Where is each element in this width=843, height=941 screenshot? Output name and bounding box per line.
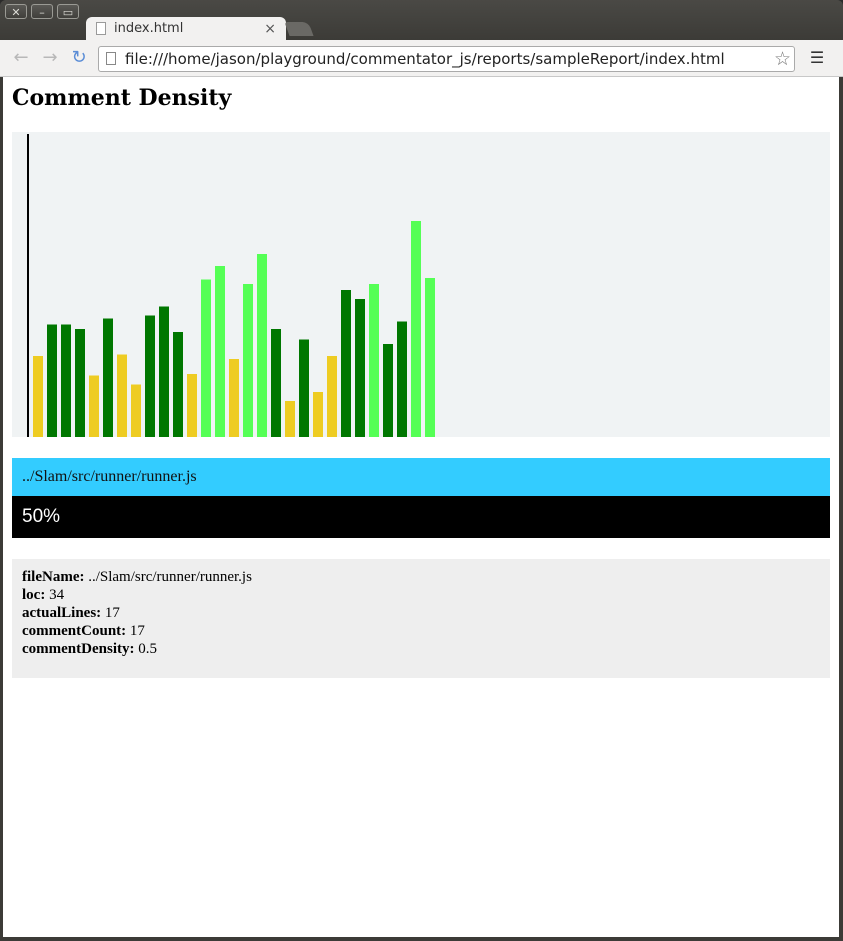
- detail-key: loc:: [22, 587, 46, 603]
- detail-row-comment-count: commentCount: 17: [22, 622, 820, 640]
- density-bar[interactable]: [131, 384, 141, 438]
- density-bar[interactable]: [173, 332, 183, 437]
- detail-row-filename: fileName: ../Slam/src/runner/runner.js: [22, 568, 820, 586]
- tab-title: index.html: [114, 21, 184, 36]
- back-arrow-icon[interactable]: ←: [11, 48, 31, 68]
- chart-svg: [27, 134, 435, 438]
- tab-index-html[interactable]: index.html ×: [86, 17, 286, 41]
- density-bar[interactable]: [285, 401, 295, 437]
- density-bar[interactable]: [89, 375, 99, 438]
- file-details-panel: fileName: ../Slam/src/runner/runner.js l…: [12, 559, 830, 678]
- browser-toolbar: ← → ↻ file:///home/jason/playground/comm…: [0, 40, 843, 77]
- detail-value: 17: [126, 623, 145, 639]
- density-bar[interactable]: [313, 392, 323, 437]
- density-bar[interactable]: [103, 318, 113, 438]
- density-bar[interactable]: [145, 315, 155, 438]
- density-bar[interactable]: [411, 221, 421, 437]
- detail-value: ../Slam/src/runner/runner.js: [84, 569, 252, 585]
- reload-icon[interactable]: ↻: [69, 48, 89, 68]
- detail-key: commentCount:: [22, 623, 127, 639]
- detail-key: commentDensity:: [22, 641, 135, 657]
- density-bar[interactable]: [61, 324, 71, 438]
- density-bar[interactable]: [257, 254, 267, 437]
- page-title: Comment Density: [12, 85, 232, 111]
- density-bar[interactable]: [355, 299, 365, 437]
- page-icon: [106, 52, 116, 65]
- density-bar[interactable]: [159, 306, 169, 438]
- address-bar[interactable]: file:///home/jason/playground/commentato…: [98, 46, 795, 72]
- density-bar[interactable]: [327, 356, 337, 437]
- detail-key: fileName:: [22, 569, 85, 585]
- detail-row-actual-lines: actualLines: 17: [22, 604, 820, 622]
- density-bar[interactable]: [271, 329, 281, 437]
- address-url[interactable]: file:///home/jason/playground/commentato…: [125, 47, 725, 71]
- density-bar[interactable]: [383, 344, 393, 437]
- density-bar[interactable]: [243, 284, 253, 437]
- density-bar[interactable]: [341, 290, 351, 437]
- density-bar[interactable]: [47, 324, 57, 438]
- minimize-window-button[interactable]: –: [31, 4, 53, 19]
- density-bar[interactable]: [299, 339, 309, 438]
- maximize-window-button[interactable]: ▭: [57, 4, 79, 19]
- density-bar[interactable]: [117, 354, 127, 438]
- selected-file-name: ../Slam/src/runner/runner.js: [22, 468, 197, 485]
- document-icon: [96, 22, 106, 35]
- page-content: Comment Density ../Slam/src/runner/runne…: [3, 77, 839, 937]
- forward-arrow-icon[interactable]: →: [40, 48, 60, 68]
- density-bar[interactable]: [425, 278, 435, 437]
- density-bar[interactable]: [369, 284, 379, 437]
- new-tab-button[interactable]: [284, 22, 314, 36]
- density-bar[interactable]: [33, 356, 43, 437]
- selected-file-banner: ../Slam/src/runner/runner.js: [12, 458, 830, 496]
- selected-percent: 50%: [22, 506, 61, 527]
- close-window-button[interactable]: ✕: [5, 4, 27, 19]
- comment-density-chart: [12, 132, 830, 437]
- density-bar[interactable]: [187, 374, 197, 437]
- detail-row-loc: loc: 34: [22, 586, 820, 604]
- density-bar[interactable]: [215, 266, 225, 437]
- density-bar[interactable]: [75, 329, 85, 437]
- detail-row-comment-density: commentDensity: 0.5: [22, 640, 820, 658]
- menu-icon[interactable]: ☰: [808, 49, 826, 67]
- selected-percent-banner: 50%: [12, 496, 830, 538]
- title-bar: ✕ – ▭ index.html ×: [0, 0, 843, 41]
- detail-value: 34: [45, 587, 65, 603]
- detail-value: 17: [101, 605, 120, 621]
- density-bar[interactable]: [201, 279, 211, 438]
- density-bar[interactable]: [229, 359, 239, 437]
- bookmark-star-icon[interactable]: ☆: [774, 47, 791, 71]
- density-bar[interactable]: [397, 321, 407, 438]
- tab-close-icon[interactable]: ×: [264, 17, 276, 41]
- detail-key: actualLines:: [22, 605, 102, 621]
- browser-window: ✕ – ▭ index.html × ← → ↻ file:///home/ja…: [0, 0, 843, 941]
- detail-value: 0.5: [134, 641, 157, 657]
